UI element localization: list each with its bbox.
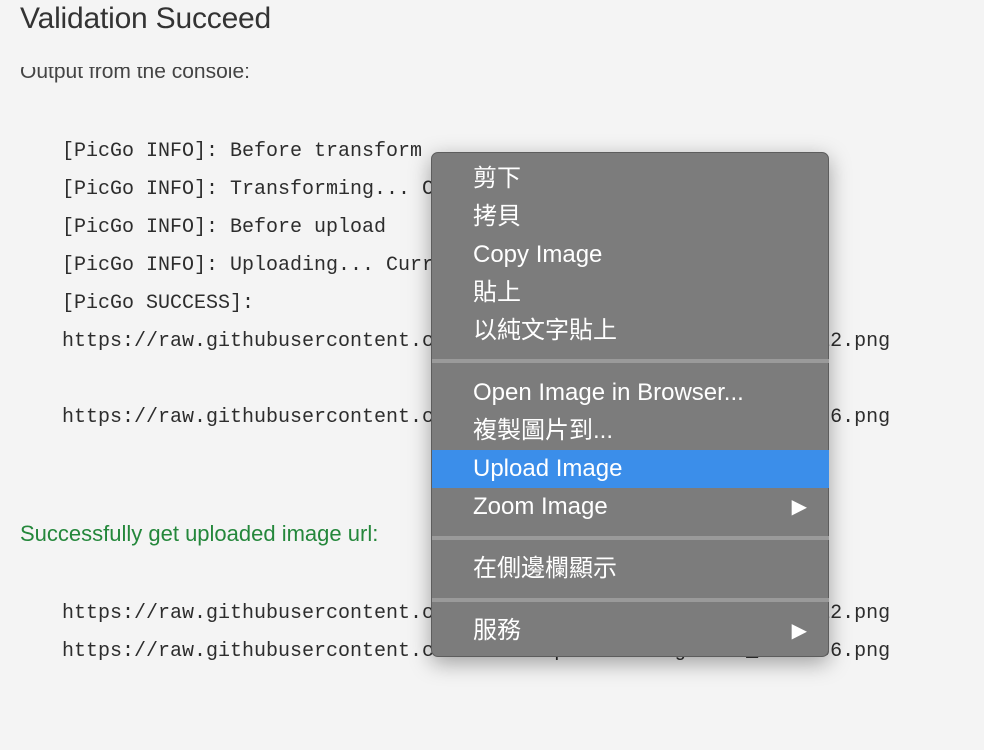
menu-item-paste[interactable]: 貼上 bbox=[432, 274, 829, 312]
menu-item-upload-image[interactable]: Upload Image bbox=[432, 450, 829, 488]
menu-item-label: Open Image in Browser... bbox=[473, 379, 744, 406]
menu-separator bbox=[432, 359, 829, 363]
menu-item-label: Upload Image bbox=[473, 455, 623, 482]
menu-separator bbox=[432, 536, 829, 540]
menu-item-label: 在側邊欄顯示 bbox=[473, 555, 617, 582]
menu-item-label: 服務 bbox=[473, 617, 521, 644]
menu-item-zoom-image[interactable]: Zoom Image ▶ bbox=[432, 488, 829, 526]
menu-item-label: 拷貝 bbox=[473, 203, 521, 230]
menu-item-open-image-in-browser[interactable]: Open Image in Browser... bbox=[432, 374, 829, 412]
menu-item-label: 以純文字貼上 bbox=[473, 317, 617, 344]
menu-item-label: Zoom Image bbox=[473, 493, 608, 520]
menu-item-show-in-sidebar[interactable]: 在側邊欄顯示 bbox=[432, 550, 829, 588]
menu-item-copy[interactable]: 拷貝 bbox=[432, 198, 829, 236]
menu-item-services[interactable]: 服務 ▶ bbox=[432, 612, 829, 650]
menu-item-paste-plain-text[interactable]: 以純文字貼上 bbox=[432, 312, 829, 350]
menu-item-label: 剪下 bbox=[473, 165, 521, 192]
menu-item-label: 貼上 bbox=[473, 279, 521, 306]
console-line: [PicGo SUCCESS]: bbox=[62, 292, 255, 315]
success-message: Successfully get uploaded image url: bbox=[20, 521, 379, 546]
menu-item-label: Copy Image bbox=[473, 241, 603, 268]
console-output-label: Output from the console: bbox=[20, 60, 250, 83]
console-line: [PicGo INFO]: Before transform bbox=[62, 140, 423, 163]
console-line: [PicGo INFO]: Before upload bbox=[62, 216, 387, 239]
menu-item-copy-image[interactable]: Copy Image bbox=[432, 236, 829, 274]
submenu-arrow-icon: ▶ bbox=[791, 496, 807, 518]
context-menu: 剪下 拷貝 Copy Image 貼上 以純文字貼上 Open Image in… bbox=[431, 152, 829, 657]
menu-item-copy-image-to[interactable]: 複製圖片到... bbox=[432, 412, 829, 450]
menu-separator bbox=[432, 598, 829, 602]
submenu-arrow-icon: ▶ bbox=[791, 620, 807, 642]
page-title: Validation Succeed bbox=[20, 2, 272, 35]
menu-item-label: 複製圖片到... bbox=[473, 417, 614, 444]
menu-item-cut[interactable]: 剪下 bbox=[432, 160, 829, 198]
